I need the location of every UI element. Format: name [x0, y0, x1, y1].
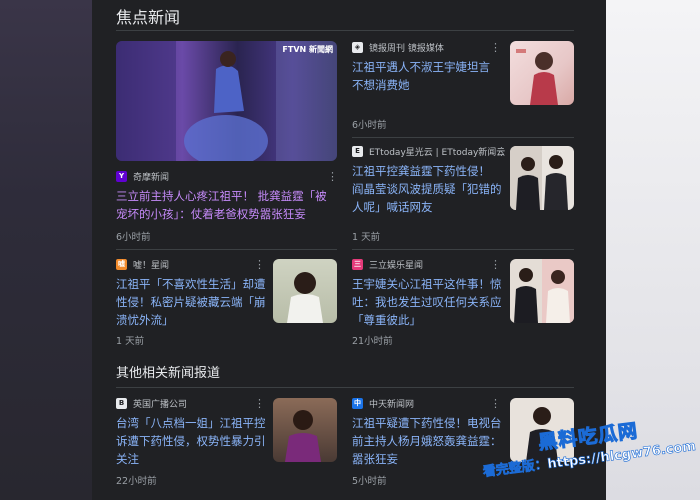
news-thumbnail[interactable] [273, 259, 337, 323]
background-left [0, 0, 92, 500]
section-subtitle: 其他相关新闻报道 [116, 366, 221, 381]
news-thumbnail[interactable] [273, 398, 337, 462]
news-source[interactable]: E ETtoday星光云 | ETtoday新闻云 [352, 144, 505, 158]
source-name: 中天新闻网 [369, 399, 415, 410]
more-options-icon[interactable]: ⋮ [496, 146, 507, 158]
news-headline[interactable]: 台湾「八点档一姐」江祖平控诉遭下药性侵，权势性暴力引关注 [116, 414, 268, 468]
featured-image[interactable]: FTVN 新聞網 [116, 41, 337, 161]
bbc-icon: B [116, 397, 127, 409]
divider [116, 249, 337, 250]
timestamp: 1 天前 [352, 232, 381, 243]
more-options-icon[interactable]: ⋮ [490, 42, 501, 54]
more-options-icon[interactable]: ⋮ [490, 398, 501, 410]
news-headline[interactable]: 江祖平遇人不淑王宇婕坦言不想消费她 [352, 58, 500, 94]
divider [116, 387, 574, 388]
timestamp: 22小时前 [116, 476, 157, 487]
section-title: 焦点新闻 [116, 8, 181, 27]
timestamp: 6小时前 [116, 232, 151, 243]
news-source[interactable]: B 英国广播公司 [116, 396, 187, 410]
news-headline[interactable]: 江祖平控龚益霆下药性侵！ 阎晶莹谈风波提质疑「犯错的人呢」喊话网友 [352, 162, 504, 216]
source-name: ETtoday星光云 | ETtoday新闻云 [369, 147, 506, 158]
source-name: 奇摩新闻 [133, 172, 170, 183]
news-thumbnail[interactable] [510, 259, 574, 323]
sanli-icon: 三 [352, 258, 363, 270]
yahoo-icon: Y [116, 170, 127, 182]
timestamp: 21小时前 [352, 336, 393, 347]
divider [116, 30, 574, 31]
source-name: 三立娱乐星闻 [369, 260, 424, 271]
news-headline[interactable]: 江祖平疑遭下药性侵！电视台前主持人杨月娥怒轰龚益霆：嚣张狂妄 [352, 414, 504, 468]
news-headline[interactable]: 江祖平「不喜欢性生活」却遭性侵！私密片疑被藏云端「崩溃忧外流」 [116, 275, 268, 329]
news-thumbnail[interactable] [510, 146, 574, 210]
more-options-icon[interactable]: ⋮ [327, 171, 338, 183]
source-name: 英国广播公司 [133, 399, 188, 410]
news-thumbnail[interactable] [510, 41, 574, 105]
source-name: 嘘！星闻 [133, 260, 170, 271]
more-options-icon[interactable]: ⋮ [254, 398, 265, 410]
featured-image-logo: FTVN 新聞網 [282, 45, 333, 54]
more-options-icon[interactable]: ⋮ [254, 259, 265, 271]
source-name: 镜报周刊 镜报媒体 [369, 43, 444, 54]
more-options-icon[interactable]: ⋮ [490, 259, 501, 271]
divider [352, 137, 574, 138]
news-source[interactable]: 中 中天新闻网 [352, 396, 414, 410]
news-source[interactable]: 三 三立娱乐星闻 [352, 257, 423, 271]
news-source[interactable]: ◈ 镜报周刊 镜报媒体 [352, 40, 444, 54]
featured-source[interactable]: Y 奇摩新闻 [116, 169, 169, 183]
divider [352, 249, 574, 250]
timestamp: 6小时前 [352, 120, 387, 131]
ettoday-icon: E [352, 145, 363, 157]
timestamp: 5小时前 [352, 476, 387, 487]
ctitv-icon: 中 [352, 397, 363, 409]
xu-news-icon: 嘘 [116, 258, 127, 270]
featured-headline[interactable]: 三立前主持人心疼江祖平！ 批龚益霆「被宠坏的小孩」：仗着老爸权势嚣张狂妄 [116, 187, 338, 223]
mirror-media-icon: ◈ [352, 41, 363, 53]
news-source[interactable]: 嘘 嘘！星闻 [116, 257, 169, 271]
timestamp: 1 天前 [116, 336, 145, 347]
news-headline[interactable]: 王宇婕关心江祖平这件事！惊吐：我也发生过叹任何关系应「尊重彼此」 [352, 275, 504, 329]
